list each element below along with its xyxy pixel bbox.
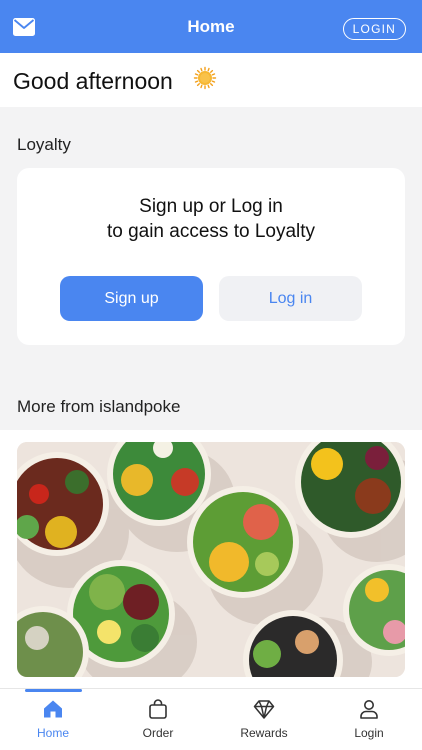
active-tab-indicator — [25, 689, 82, 692]
tab-rewards-label: Rewards — [240, 726, 288, 740]
log-in-button[interactable]: Log in — [219, 276, 362, 321]
loyalty-section-title: Loyalty — [17, 135, 71, 154]
sun-icon — [193, 66, 217, 90]
tab-order-label: Order — [142, 726, 174, 740]
more-section-title: More from islandpoke — [17, 397, 181, 416]
tab-home[interactable]: Home — [13, 697, 93, 740]
sign-up-button[interactable]: Sign up — [60, 276, 203, 321]
tab-login-label: Login — [354, 726, 384, 740]
diamond-icon — [253, 700, 275, 719]
loyalty-prompt-line2: to gain access to Loyalty — [106, 221, 316, 242]
greeting-text: Good afternoon — [13, 68, 173, 94]
bottom-tab-bar: Home Order Rewards Login — [0, 688, 422, 750]
mail-icon[interactable] — [12, 17, 36, 37]
home-icon — [44, 700, 62, 718]
user-icon — [360, 700, 378, 719]
tab-rewards[interactable]: Rewards — [224, 697, 304, 740]
page-title: Home — [187, 16, 235, 36]
loyalty-prompt-line1: Sign up or Log in — [139, 196, 283, 217]
tab-home-label: Home — [36, 726, 69, 740]
tab-order[interactable]: Order — [118, 697, 198, 740]
bag-icon — [149, 699, 167, 719]
poke-bowls-photo[interactable] — [17, 442, 405, 677]
header-login-button[interactable]: LOGIN — [342, 18, 406, 40]
tab-login[interactable]: Login — [329, 697, 409, 740]
loyalty-card: Sign up or Log in to gain access to Loya… — [17, 168, 405, 345]
top-app-bar: Home LOGIN — [0, 0, 422, 53]
